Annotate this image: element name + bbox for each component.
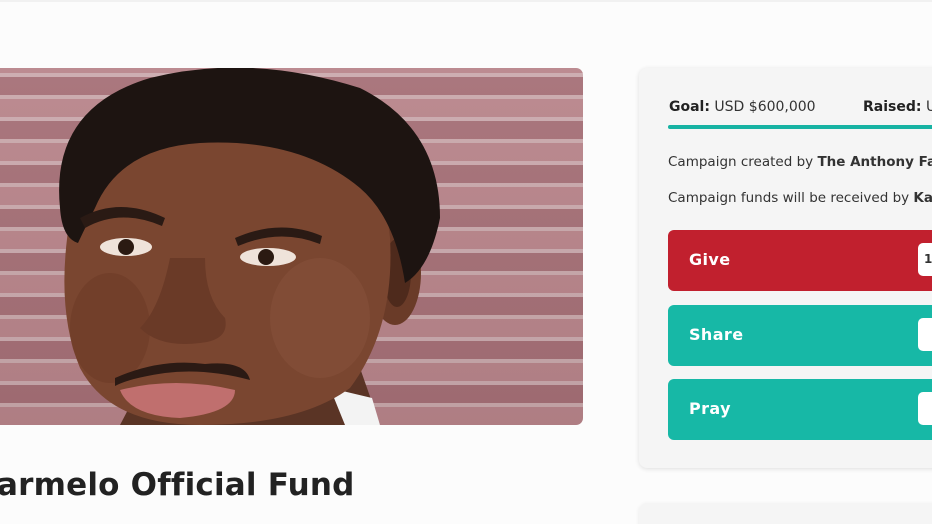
campaign-title: armelo Official Fund: [0, 467, 355, 503]
funds-recipient-name: Kala: [913, 190, 932, 206]
raised-label: Raised:: [863, 99, 922, 115]
funds-prefix: Campaign funds will be received by: [668, 190, 910, 206]
goal-value: USD $600,000: [714, 99, 816, 115]
campaign-photo: [0, 68, 583, 425]
give-count-badge: 1: [918, 243, 932, 276]
progress-bar: [668, 125, 932, 129]
share-count-badge: [918, 318, 932, 351]
donation-card: Goal: USD $600,000 Raised: US Campaign c…: [639, 68, 932, 468]
progress-fill: [668, 125, 932, 129]
raised-value: US: [925, 99, 932, 115]
goal-info: Goal: USD $600,000: [669, 99, 816, 115]
give-button[interactable]: Give 1: [668, 230, 932, 291]
campaign-funds-recipient: Campaign funds will be received by Kala: [668, 190, 932, 206]
give-label: Give: [689, 250, 731, 269]
share-button[interactable]: Share: [668, 305, 932, 366]
created-by-name: The Anthony Famil: [817, 154, 932, 170]
campaign-created-by: Campaign created by The Anthony Famil: [668, 154, 932, 170]
pray-button[interactable]: Pray: [668, 379, 932, 440]
pray-count-badge: [918, 392, 932, 425]
secondary-card: [639, 503, 932, 524]
header-divider: [0, 0, 932, 2]
created-prefix: Campaign created by: [668, 154, 814, 170]
campaign-page: armelo Official Fund Goal: USD $600,000 …: [0, 0, 932, 524]
pray-label: Pray: [689, 399, 731, 418]
goal-label: Goal:: [669, 99, 710, 115]
portrait-illustration: [59, 68, 440, 425]
raised-info: Raised: US: [863, 99, 932, 115]
share-label: Share: [689, 325, 744, 344]
